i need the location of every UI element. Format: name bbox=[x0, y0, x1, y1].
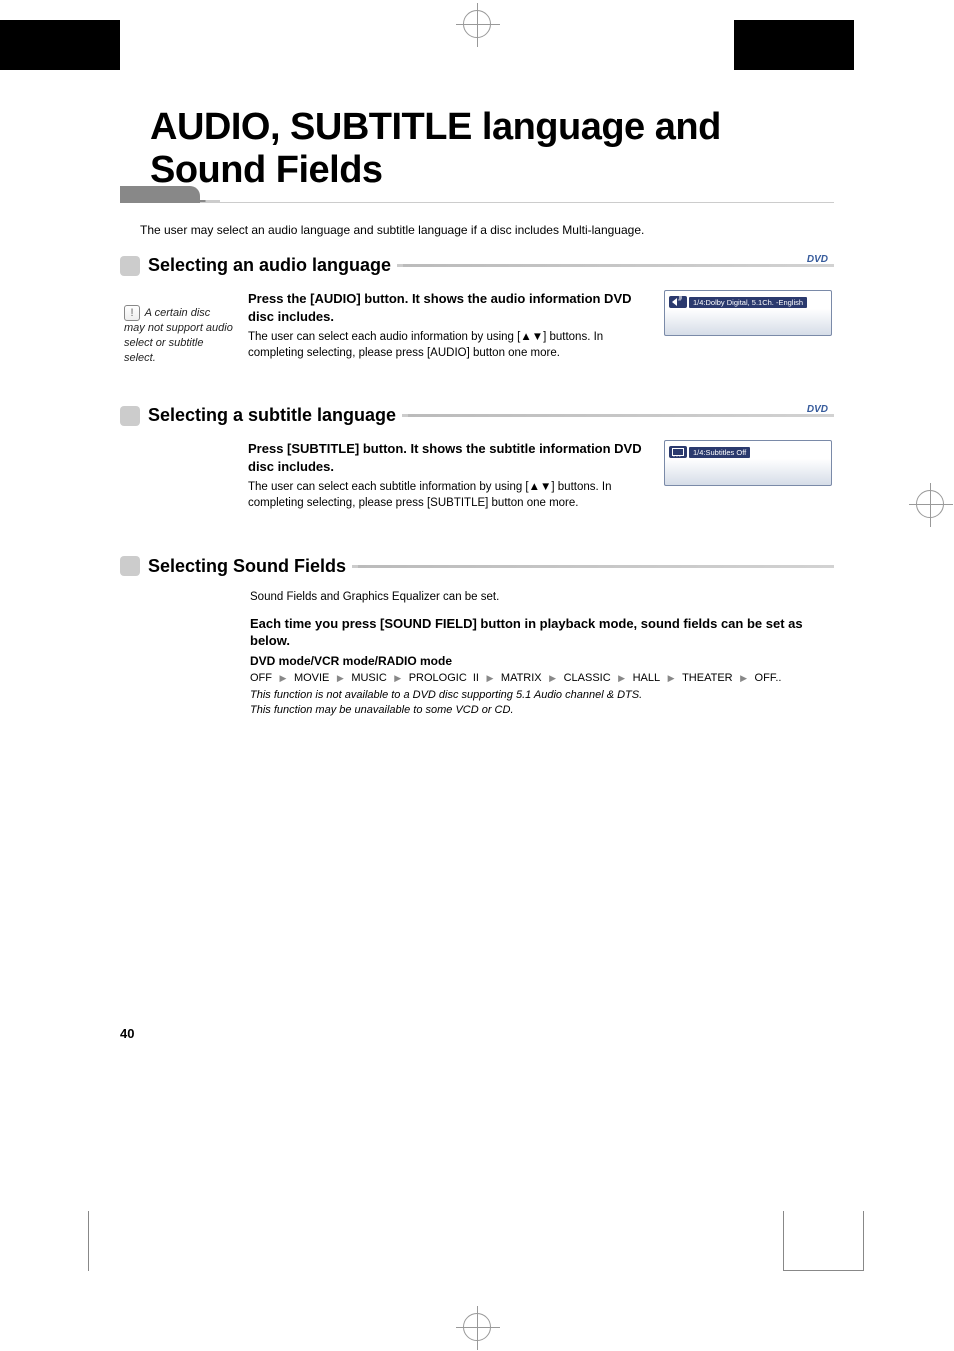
arrow-icon: ▶ bbox=[331, 673, 349, 683]
arrow-icon: ▶ bbox=[481, 673, 499, 683]
page-content: AUDIO, SUBTITLE language and Sound Field… bbox=[0, 0, 954, 718]
arrow-icon: ▶ bbox=[735, 673, 753, 683]
subtitle-osd-text: 1/4:Subtitles Off bbox=[689, 447, 750, 458]
crop-mark-bottom bbox=[463, 1313, 491, 1341]
subtitle-icon bbox=[669, 446, 687, 458]
sound-sequence: OFF ▶ MOVIE ▶ MUSIC ▶ PROLOGIC II ▶ MATR… bbox=[250, 672, 834, 684]
section-sound-title: Selecting Sound Fields bbox=[148, 556, 346, 577]
section-audio-title: Selecting an audio language bbox=[148, 255, 391, 276]
page-number: 40 bbox=[120, 1026, 134, 1041]
audio-step-body: The user can select each audio informati… bbox=[248, 329, 650, 361]
title-rule bbox=[120, 200, 834, 203]
page-intro: The user may select an audio language an… bbox=[140, 223, 834, 237]
sound-step-head: Each time you press [SOUND FIELD] button… bbox=[250, 615, 834, 650]
corner-line bbox=[863, 1211, 864, 1271]
sound-seq-item: OFF.. bbox=[755, 672, 782, 684]
section-sound-fields: Selecting Sound Fields Sound Fields and … bbox=[120, 556, 834, 719]
sound-note-1: This function is not available to a DVD … bbox=[250, 688, 834, 703]
sound-note-2: This function may be unavailable to some… bbox=[250, 703, 834, 718]
sound-seq-item: CLASSIC bbox=[564, 672, 611, 684]
arrow-icon: ▶ bbox=[662, 673, 680, 683]
crop-mark-top bbox=[463, 10, 491, 38]
dvd-badge: DVD bbox=[807, 254, 828, 265]
section-rule: DVD bbox=[397, 264, 834, 267]
header-black-bar-right bbox=[734, 20, 854, 70]
section-subtitle-title: Selecting a subtitle language bbox=[148, 405, 396, 426]
section-subtitle: Selecting a subtitle language DVD Press … bbox=[120, 405, 834, 519]
speaker-icon bbox=[669, 296, 687, 308]
sound-seq-item: MOVIE bbox=[294, 672, 329, 684]
sound-seq-item: OFF bbox=[250, 672, 272, 684]
sound-intro: Sound Fields and Graphics Equalizer can … bbox=[250, 591, 834, 603]
sound-seq-item: HALL bbox=[633, 672, 661, 684]
corner-line bbox=[784, 1270, 864, 1271]
section-bullet-icon bbox=[120, 256, 140, 276]
subtitle-osd-box: 1/4:Subtitles Off bbox=[664, 440, 832, 486]
section-rule: DVD bbox=[402, 414, 834, 417]
arrow-icon: ▶ bbox=[544, 673, 562, 683]
audio-osd-box: 1/4:Dolby Digital, 5.1Ch. -English bbox=[664, 290, 832, 336]
subtitle-sidebar-empty bbox=[124, 440, 234, 519]
arrow-icon: ▶ bbox=[389, 673, 407, 683]
corner-line bbox=[783, 1211, 784, 1271]
section-audio: Selecting an audio language DVD A certai… bbox=[120, 255, 834, 369]
arrow-icon: ▶ bbox=[613, 673, 631, 683]
note-icon bbox=[124, 305, 140, 321]
sound-seq-item: THEATER bbox=[682, 672, 733, 684]
subtitle-step-body: The user can select each subtitle inform… bbox=[248, 479, 650, 511]
header-black-bar-left bbox=[0, 20, 120, 70]
sound-seq-item: PROLOGIC II bbox=[409, 672, 479, 684]
subtitle-step-head: Press [SUBTITLE] button. It shows the su… bbox=[248, 440, 650, 475]
audio-note-sidebar: A certain disc may not support audio sel… bbox=[124, 290, 234, 369]
sound-seq-item: MATRIX bbox=[501, 672, 542, 684]
arrow-icon: ▶ bbox=[274, 673, 292, 683]
audio-step-head: Press the [AUDIO] button. It shows the a… bbox=[248, 290, 650, 325]
sound-seq-item: MUSIC bbox=[351, 672, 386, 684]
corner-line bbox=[88, 1211, 89, 1271]
section-rule bbox=[352, 565, 834, 568]
audio-osd-text: 1/4:Dolby Digital, 5.1Ch. -English bbox=[689, 297, 807, 308]
section-bullet-icon bbox=[120, 406, 140, 426]
section-bullet-icon bbox=[120, 556, 140, 576]
page-title: AUDIO, SUBTITLE language and Sound Field… bbox=[150, 106, 834, 192]
crop-mark-right bbox=[916, 490, 944, 518]
sound-mode-line: DVD mode/VCR mode/RADIO mode bbox=[250, 654, 834, 668]
audio-note-text: A certain disc may not support audio sel… bbox=[124, 307, 233, 364]
dvd-badge: DVD bbox=[807, 404, 828, 415]
